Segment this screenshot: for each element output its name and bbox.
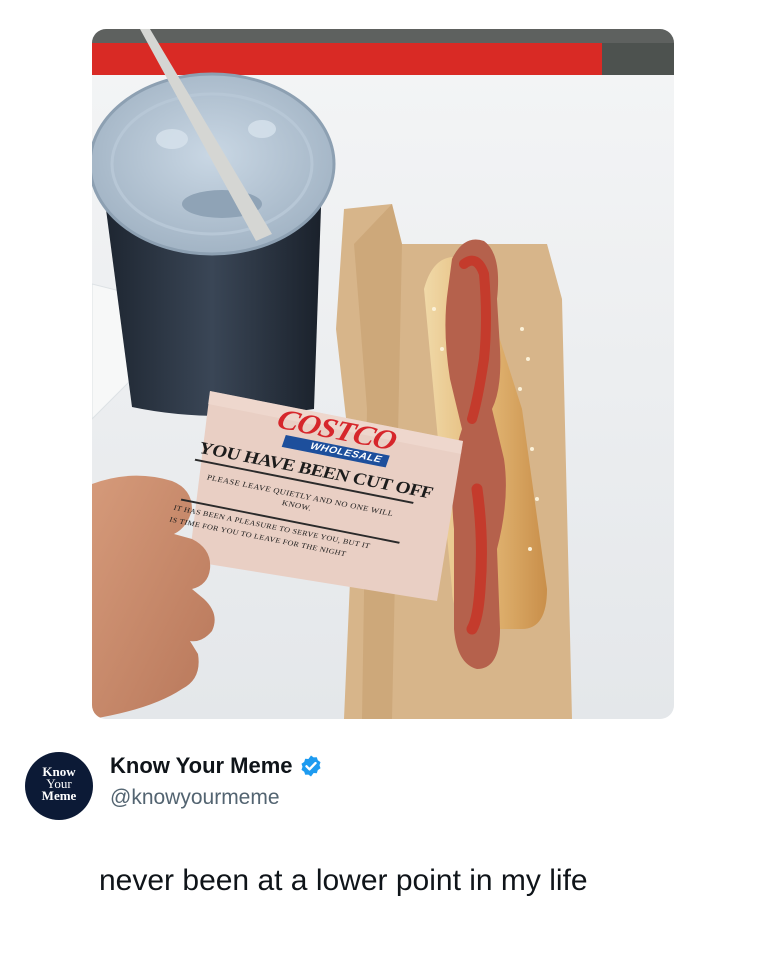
author-row: Know Your Meme: [110, 751, 323, 781]
verified-badge-icon: [301, 755, 321, 777]
post-text: never been at a lower point in my life: [99, 864, 588, 897]
author-name[interactable]: Know Your Meme: [110, 753, 293, 779]
cup-lid: [92, 72, 336, 256]
photo-scene: [92, 29, 674, 719]
avatar[interactable]: Know Your Meme: [25, 752, 93, 820]
author-handle[interactable]: @knowyourmeme: [110, 786, 280, 810]
avatar-line: Meme: [41, 788, 77, 803]
post-photo[interactable]: COSTCO WHOLESALE YOU HAVE BEEN CUT OFF P…: [92, 29, 674, 719]
